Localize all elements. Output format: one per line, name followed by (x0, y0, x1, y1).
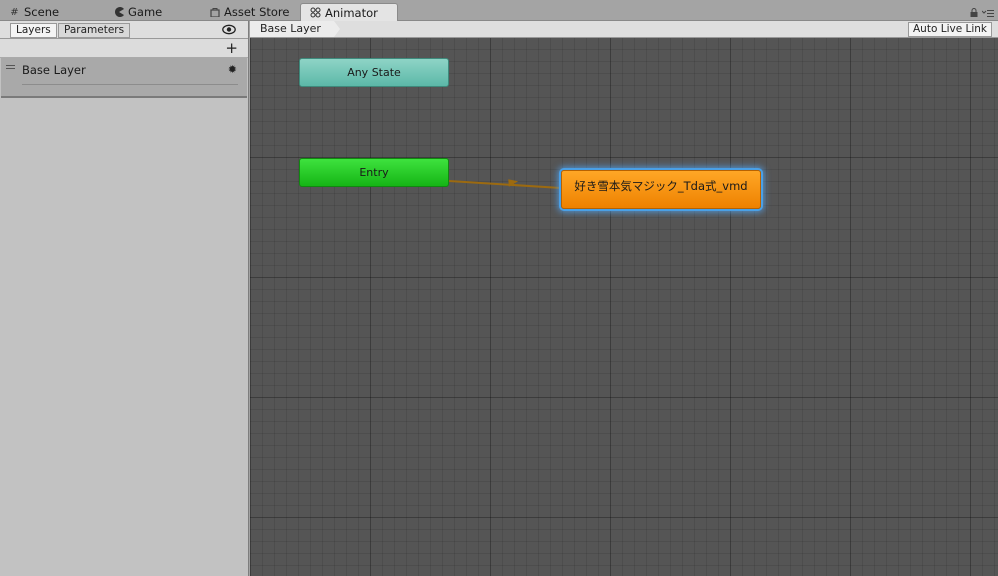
layers-panel: Layers Parameters + Base Layer ✹ (0, 21, 249, 576)
node-default-state-label: 好き雪本気マジック_Tda式_vmd (574, 178, 748, 193)
node-default-state[interactable]: 好き雪本気マジック_Tda式_vmd (561, 170, 761, 209)
drag-handle-icon[interactable] (6, 65, 15, 69)
window-tab-bar: # Scene Game Asset Store Animator (0, 0, 998, 21)
animator-icon (310, 7, 321, 18)
layers-panel-toolbar: Layers Parameters (0, 21, 248, 39)
gear-icon[interactable]: ✹ (228, 63, 237, 76)
menu-icon[interactable] (981, 7, 994, 20)
node-entry[interactable]: Entry (299, 158, 449, 187)
eye-icon[interactable] (222, 24, 236, 35)
tab-parameters[interactable]: Parameters (58, 23, 131, 38)
layer-name: Base Layer (22, 63, 86, 77)
tab-scene-label: Scene (24, 5, 60, 19)
window-controls (970, 7, 994, 20)
state-machine-graph[interactable]: Base Layer Auto Live Link Any State Entr… (250, 21, 998, 576)
grid-icon: # (10, 6, 19, 18)
tab-animator[interactable]: Animator (300, 3, 398, 21)
layers-add-row: + (0, 39, 248, 58)
transitions-layer (448, 179, 562, 189)
tab-layers[interactable]: Layers (10, 23, 57, 38)
pacman-icon (113, 7, 124, 18)
node-any-state[interactable]: Any State (299, 58, 449, 87)
add-layer-button[interactable]: + (225, 40, 238, 56)
tab-game[interactable]: Game (104, 3, 162, 21)
tab-asset-store-label: Asset Store (224, 5, 290, 19)
layer-weight-bar (22, 84, 238, 85)
shopping-bag-icon (209, 7, 220, 18)
layer-item[interactable]: Base Layer ✹ (1, 58, 247, 98)
lock-icon[interactable] (970, 7, 978, 20)
entry-transition-line[interactable] (448, 180, 562, 189)
tab-game-label: Game (128, 5, 163, 19)
tab-scene[interactable]: # Scene (0, 3, 59, 21)
tab-asset-store[interactable]: Asset Store (200, 3, 290, 21)
tab-animator-label: Animator (325, 5, 378, 20)
